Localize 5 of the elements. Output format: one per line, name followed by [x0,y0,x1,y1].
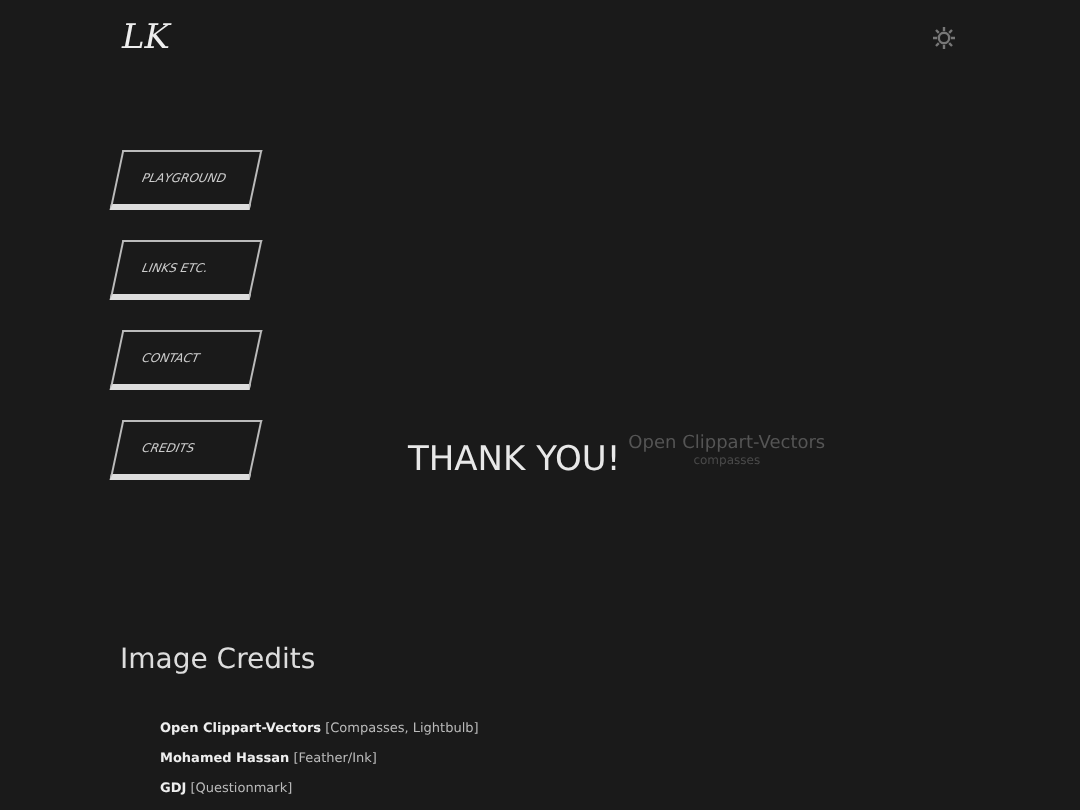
credits-heading: Image Credits [120,644,318,676]
logo[interactable]: LK [122,18,170,58]
thank-you-heading: THANK YOU! [408,440,621,480]
sun-icon[interactable] [932,26,956,50]
credit-name: Open Clippart-Vectors [628,434,826,454]
